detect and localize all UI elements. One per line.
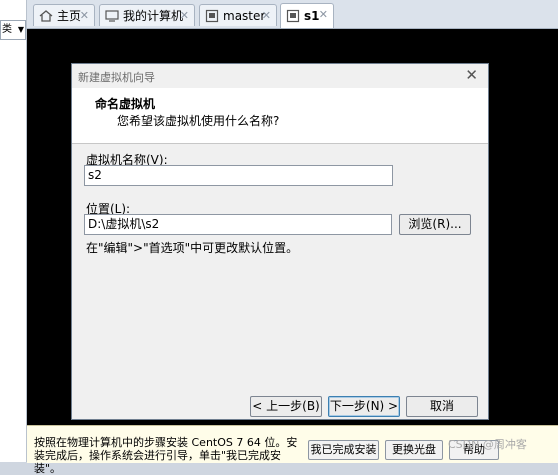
location-input[interactable]: D:\虚拟机\s2 [84, 214, 392, 235]
tab-label: 我的计算机 [123, 9, 184, 23]
chevron-down-icon: ▼ [17, 25, 24, 34]
cancel-button[interactable]: 取消 [406, 396, 478, 417]
close-icon[interactable]: ✕ [80, 9, 89, 22]
watermark: CSDN @周冲客 [448, 438, 527, 451]
tab-label: 主页 [57, 9, 82, 23]
dialog-title: 新建虚拟机向导 [78, 71, 155, 84]
new-vm-wizard-dialog: 新建虚拟机向导 ✕ 命名虚拟机 您希望该虚拟机使用什么名称? 虚拟机名称(V):… [71, 63, 489, 420]
location-hint: 在"编辑">"首选项"中可更改默认位置。 [86, 241, 299, 255]
library-filter-dropdown[interactable]: 类 ▼ [0, 20, 26, 40]
tab-home[interactable]: 主页 ✕ [33, 4, 95, 26]
tab-s1[interactable]: s1 ✕ [280, 3, 334, 28]
computer-icon [105, 9, 119, 23]
next-button[interactable]: 下一步(N) > [328, 396, 400, 417]
browse-button[interactable]: 浏览(R)... [399, 214, 471, 235]
tab-bar: 主页 ✕ 我的计算机 ✕ master ✕ s1 ✕ [27, 0, 558, 29]
library-panel: 类 ▼ [0, 0, 27, 462]
vm-icon [205, 9, 219, 23]
page-subheading: 您希望该虚拟机使用什么名称? [117, 114, 280, 128]
library-filter-value: 类 [2, 24, 12, 35]
tab-label: master [223, 8, 266, 23]
home-icon [39, 9, 53, 23]
back-button[interactable]: < 上一步(B) [250, 396, 322, 417]
vm-icon [286, 9, 300, 23]
close-icon[interactable]: ✕ [262, 9, 271, 22]
tab-master[interactable]: master ✕ [199, 4, 277, 26]
dialog-header: 命名虚拟机 您希望该虚拟机使用什么名称? [72, 88, 488, 144]
close-icon[interactable]: ✕ [180, 9, 189, 22]
installation-done-button[interactable]: 我已完成安装 [308, 440, 379, 460]
tab-label: s1 [304, 9, 320, 23]
tab-my-computer[interactable]: 我的计算机 ✕ [99, 4, 195, 26]
install-hint-bar: 按照在物理计算机中的步骤安装 CentOS 7 64 位。安装完成后，操作系统会… [27, 425, 558, 475]
page-heading: 命名虚拟机 [95, 97, 156, 111]
vm-name-input[interactable]: s2 [84, 165, 393, 186]
close-icon[interactable]: ✕ [319, 8, 328, 21]
dialog-titlebar[interactable]: 新建虚拟机向导 ✕ [72, 64, 488, 88]
install-hint-text: 按照在物理计算机中的步骤安装 CentOS 7 64 位。安装完成后，操作系统会… [34, 436, 298, 475]
change-disc-button[interactable]: 更换光盘 [385, 440, 443, 460]
close-icon[interactable]: ✕ [465, 66, 478, 84]
